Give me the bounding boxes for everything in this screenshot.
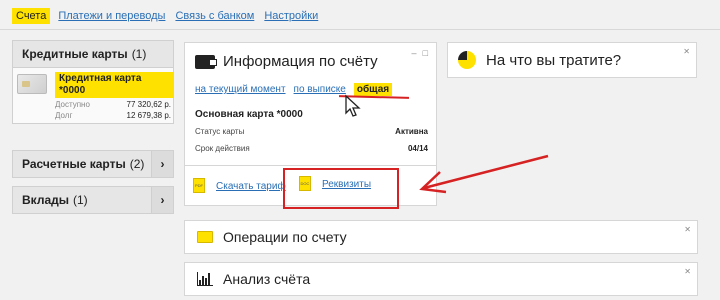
chevron-right-icon[interactable]: › xyxy=(151,151,173,177)
close-icon[interactable]: ✕ xyxy=(684,267,691,276)
expiry-row: Срок действия 04/14 xyxy=(195,144,428,153)
credit-cards-header[interactable]: Кредитные карты (1) xyxy=(13,41,173,67)
spending-title: На что вы тратите? xyxy=(486,51,622,69)
settlement-cards-label: Расчетные карты xyxy=(22,157,126,171)
top-nav: Счета Платежи и переводы Связь с банком … xyxy=(12,7,328,25)
account-info-header: Информация по счёту xyxy=(195,53,378,70)
deposits-panel[interactable]: Вклады (1) › xyxy=(12,186,174,214)
window-controls: – □ xyxy=(406,48,428,58)
card-thumbnail-icon xyxy=(17,74,47,94)
annotation-highlight-box xyxy=(283,168,399,209)
credit-cards-panel: Кредитные карты (1) Кредитная карта *000… xyxy=(12,40,174,124)
credit-card-item[interactable]: Кредитная карта *0000 Доступно 77 320,62… xyxy=(13,67,173,123)
nav-accounts[interactable]: Счета xyxy=(12,8,51,24)
download-tariff-link[interactable]: Скачать тариф xyxy=(216,181,286,192)
close-icon[interactable]: ✕ xyxy=(684,225,691,234)
status-value: Активна xyxy=(395,127,428,136)
wallet-icon xyxy=(195,54,217,69)
bar-chart-icon xyxy=(197,272,213,286)
available-value: 77 320,62 р. xyxy=(126,100,171,109)
spending-card[interactable]: На что вы тратите? ✕ xyxy=(447,42,697,78)
deposits-count: (1) xyxy=(72,193,88,207)
tab-statement[interactable]: по выписке xyxy=(294,84,346,95)
maximize-icon[interactable]: □ xyxy=(423,48,428,58)
nav-bank-contact[interactable]: Связь с банком xyxy=(175,10,254,22)
operations-panel[interactable]: Операции по счету ✕ xyxy=(184,220,698,254)
pdf-document-icon: PDF xyxy=(193,178,205,193)
mouse-cursor-icon xyxy=(345,94,361,117)
account-info-card: Информация по счёту – □ на текущий момен… xyxy=(184,42,437,166)
credit-card-name[interactable]: Кредитная карта *0000 xyxy=(55,72,173,98)
available-label: Доступно xyxy=(55,100,90,109)
tab-current[interactable]: на текущий момент xyxy=(195,84,286,95)
chevron-right-icon[interactable]: › xyxy=(151,187,173,213)
settlement-cards-count: (2) xyxy=(129,157,145,171)
card-name-line1: Кредитная карта xyxy=(59,73,142,84)
settlement-cards-header[interactable]: Расчетные карты (2) › xyxy=(13,151,173,177)
annotation-arrow xyxy=(419,154,549,194)
close-icon[interactable]: ✕ xyxy=(683,47,690,56)
card-name-line2: *0000 xyxy=(59,85,86,96)
debt-row: Долг 12 679,38 р. xyxy=(55,111,171,120)
divider xyxy=(0,29,720,30)
available-row: Доступно 77 320,62 р. xyxy=(55,100,171,109)
operations-title: Операции по счету xyxy=(223,229,347,245)
debt-value: 12 679,38 р. xyxy=(126,111,171,120)
main-card-name: Основная карта *0000 xyxy=(195,109,303,120)
expiry-label: Срок действия xyxy=(195,144,250,153)
analysis-panel[interactable]: Анализ счёта ✕ xyxy=(184,262,698,296)
debt-label: Долг xyxy=(55,111,73,120)
info-tabs: на текущий момент по выписке общая xyxy=(195,83,400,96)
settlement-cards-panel[interactable]: Расчетные карты (2) › xyxy=(12,150,174,178)
account-info-title: Информация по счёту xyxy=(223,53,378,70)
pie-chart-icon xyxy=(458,51,476,69)
status-row: Статус карты Активна xyxy=(195,127,428,136)
deposits-label: Вклады xyxy=(22,193,69,207)
nav-payments[interactable]: Платежи и переводы xyxy=(58,10,165,22)
nav-settings[interactable]: Настройки xyxy=(264,10,318,22)
folder-icon xyxy=(197,231,213,243)
analysis-title: Анализ счёта xyxy=(223,271,311,287)
credit-cards-label: Кредитные карты xyxy=(22,47,128,61)
status-label: Статус карты xyxy=(195,127,245,136)
minimize-icon[interactable]: – xyxy=(412,48,417,58)
credit-cards-count: (1) xyxy=(131,47,147,61)
deposits-header[interactable]: Вклады (1) › xyxy=(13,187,173,213)
